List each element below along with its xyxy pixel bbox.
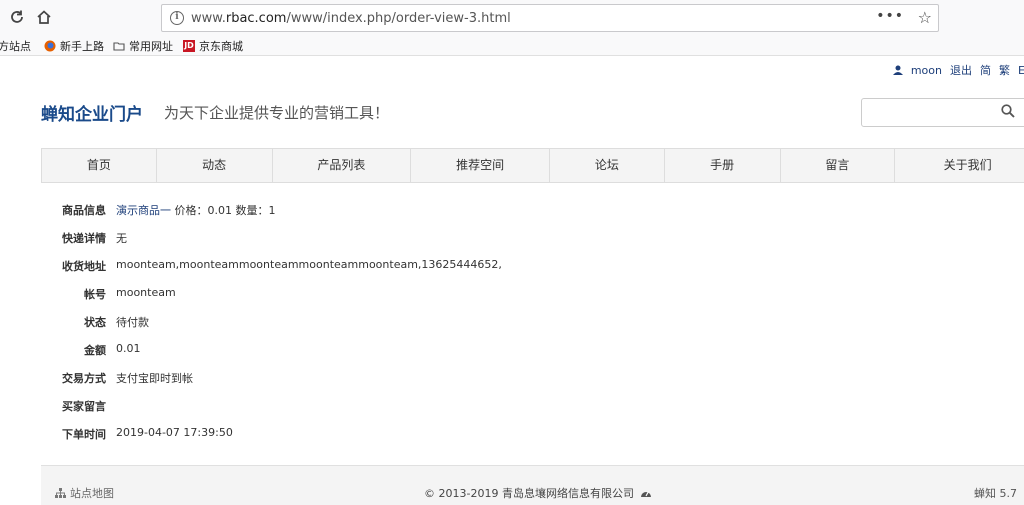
order-row-product: 商品信息 演示商品一 价格：0.01 数量：1 [58, 202, 658, 218]
bookmark-item[interactable]: 常用网址 [113, 38, 173, 54]
bookmark-star-icon[interactable]: ☆ [918, 8, 932, 27]
address-bar[interactable]: i www.rbac.com/www/index.php/order-view-… [161, 4, 939, 32]
bookmark-item[interactable]: 新手上路 [44, 38, 104, 54]
url-prefix: www. [191, 11, 226, 26]
order-row-time: 下单时间 2019-04-07 17:39:50 [58, 426, 658, 442]
menu-item-home[interactable]: 首页 [42, 149, 157, 182]
order-row-note: 买家留言 [58, 398, 658, 414]
jd-icon: JD [183, 40, 195, 52]
product-price-quantity: 价格：0.01 数量：1 [171, 204, 276, 217]
menu-item-messages[interactable]: 留言 [781, 149, 896, 182]
reload-icon [11, 10, 23, 23]
user-bar: moon 退出 简 繁 E [892, 62, 1024, 78]
sitemap-label: 站点地图 [70, 487, 114, 500]
folder-icon [113, 42, 125, 51]
sitemap-icon [55, 488, 66, 498]
menu-item-about[interactable]: 关于我们 [895, 149, 1024, 182]
field-label: 收货地址 [62, 260, 106, 273]
bookmark-label: 方站点 [0, 40, 31, 53]
order-row-status: 状态 待付款 [58, 314, 658, 330]
home-button[interactable] [33, 6, 55, 28]
main-menu: 首页 动态 产品列表 推荐空间 论坛 手册 留言 关于我们 [41, 148, 1024, 183]
sitemap-link[interactable]: 站点地图 [55, 485, 114, 501]
bookmark-label: 新手上路 [60, 40, 104, 53]
version-text: 蝉知 5.7 [974, 487, 1017, 500]
field-value: 演示商品一 价格：0.01 数量：1 [116, 202, 275, 218]
menu-item-products[interactable]: 产品列表 [273, 149, 412, 182]
site-logo[interactable]: 蝉知企业门户 [41, 100, 143, 125]
field-value: moonteam,moonteammoonteammoonteammoontea… [116, 258, 502, 271]
field-label: 金额 [84, 344, 106, 357]
field-value: 2019-04-07 17:39:50 [116, 426, 233, 439]
bookmark-label: 常用网址 [129, 40, 173, 53]
user-icon [892, 65, 903, 75]
reload-button[interactable] [6, 6, 28, 28]
order-row-shipping: 快递详情 无 [58, 230, 658, 246]
bookmark-item[interactable]: 方站点 [0, 38, 31, 54]
field-label: 下单时间 [62, 428, 106, 441]
product-link[interactable]: 演示商品一 [116, 204, 171, 217]
url-path: /www/index.php/order-view-3.html [286, 11, 511, 26]
copyright-text: © 2013-2019 青岛息壤网络信息有限公司 [424, 487, 634, 500]
menu-item-manual[interactable]: 手册 [665, 149, 781, 182]
field-label: 状态 [84, 316, 106, 329]
copyright: © 2013-2019 青岛息壤网络信息有限公司 [424, 485, 652, 501]
home-icon [37, 10, 51, 24]
field-label: 商品信息 [62, 204, 106, 217]
page-actions-icon[interactable]: ••• [876, 8, 904, 24]
simplified-chinese-link[interactable]: 简 [980, 62, 991, 78]
field-value: 0.01 [116, 342, 141, 355]
field-value: 支付宝即时到帐 [116, 372, 193, 385]
firefox-icon [44, 40, 56, 52]
search-icon[interactable] [1001, 104, 1015, 118]
search-input[interactable] [861, 98, 1024, 127]
site-info-icon[interactable]: i [170, 11, 184, 25]
language-extra-link[interactable]: E [1018, 64, 1024, 77]
order-row-amount: 金额 0.01 [58, 342, 658, 358]
page-footer: 站点地图 © 2013-2019 青岛息壤网络信息有限公司 蝉知 5.7 [41, 465, 1024, 505]
url-text[interactable]: www.rbac.com/www/index.php/order-view-3.… [191, 11, 511, 26]
menu-item-recommended[interactable]: 推荐空间 [411, 149, 550, 182]
bookmark-item[interactable]: JD 京东商城 [183, 38, 243, 54]
dashboard-icon[interactable] [640, 488, 652, 498]
field-value: 无 [116, 232, 127, 245]
field-label: 帐号 [84, 288, 106, 301]
field-label: 买家留言 [62, 400, 106, 413]
url-domain: rbac.com [225, 11, 287, 26]
order-row-payment: 交易方式 支付宝即时到帐 [58, 370, 658, 386]
traditional-chinese-link[interactable]: 繁 [999, 62, 1010, 78]
menu-item-news[interactable]: 动态 [157, 149, 273, 182]
field-value: moonteam [116, 286, 176, 299]
browser-toolbar: i www.rbac.com/www/index.php/order-view-… [0, 0, 1024, 34]
field-value: 待付款 [116, 316, 149, 329]
field-label: 交易方式 [62, 372, 106, 385]
field-label: 快递详情 [62, 232, 106, 245]
order-row-account: 帐号 moonteam [58, 286, 658, 302]
logout-link[interactable]: 退出 [950, 62, 972, 78]
site-slogan: 为天下企业提供专业的营销工具！ [164, 104, 390, 122]
bookmark-label: 京东商城 [199, 40, 243, 53]
username-link[interactable]: moon [911, 64, 942, 77]
menu-item-forum[interactable]: 论坛 [550, 149, 665, 182]
order-row-address: 收货地址 moonteam,moonteammoonteammoonteammo… [58, 258, 658, 274]
bookmarks-bar: 方站点 新手上路 常用网址 JD 京东商城 [0, 34, 1024, 56]
